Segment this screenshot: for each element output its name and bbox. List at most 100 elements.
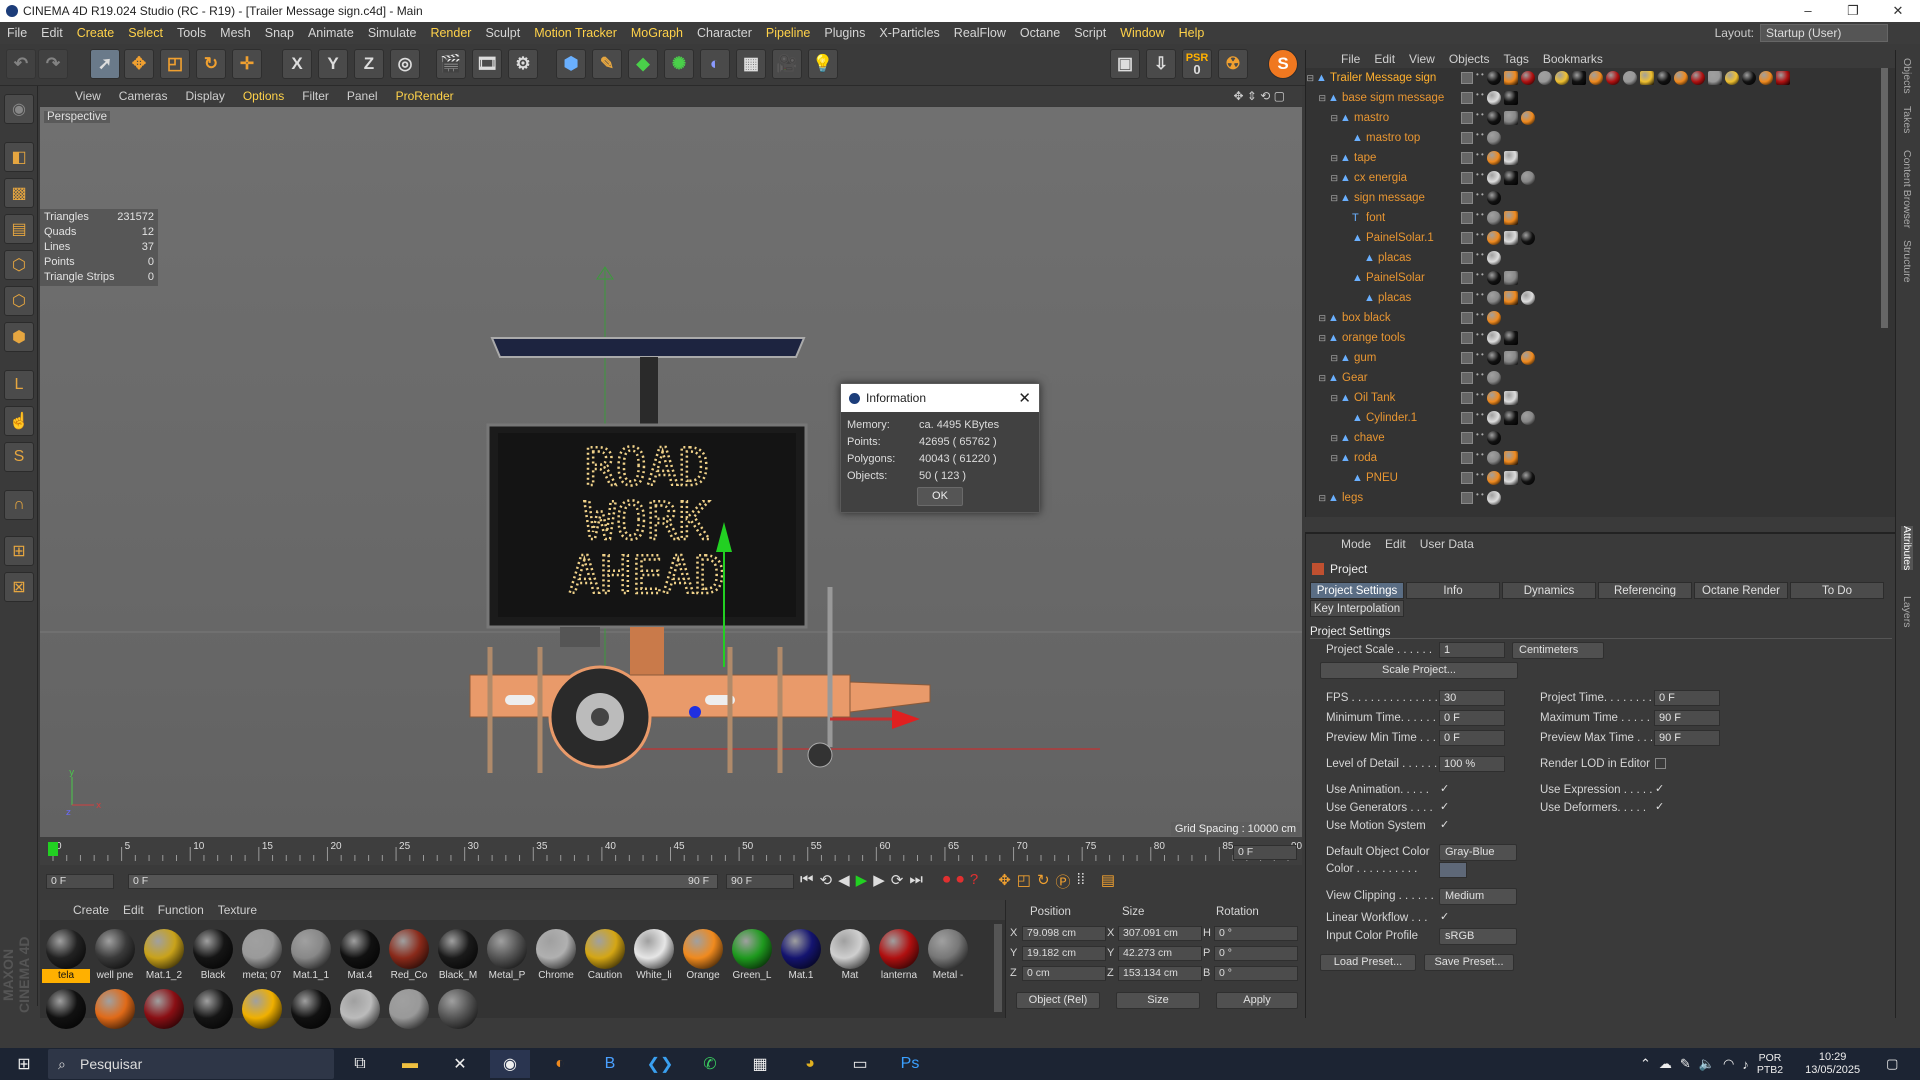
fps-field[interactable]: 30: [1439, 690, 1505, 706]
material-tag-icon[interactable]: [1487, 71, 1501, 85]
expand-icon[interactable]: ⊟: [1306, 353, 1340, 364]
axis-z-button[interactable]: Z: [354, 49, 384, 79]
scale-icon[interactable]: ◰: [160, 49, 190, 79]
dialog-ok-button[interactable]: OK: [917, 487, 963, 506]
visibility-dots-icon[interactable]: • •: [1476, 91, 1484, 104]
object-menu-view[interactable]: View: [1402, 52, 1442, 66]
material-tag-icon[interactable]: [1504, 271, 1518, 285]
notification-icon[interactable]: ▢: [1886, 1056, 1898, 1072]
object-name[interactable]: legs: [1342, 492, 1363, 504]
object-name[interactable]: base sigm message: [1342, 92, 1444, 104]
object-row[interactable]: ⊟ ▲ sign message • •: [1306, 188, 1888, 208]
object-name[interactable]: PNEU: [1366, 472, 1398, 484]
coord-apply-button[interactable]: Apply: [1216, 992, 1298, 1009]
object-name[interactable]: placas: [1378, 252, 1411, 264]
polygons-mode-icon[interactable]: ⬢: [4, 322, 34, 352]
object-name[interactable]: Oil Tank: [1354, 392, 1395, 404]
material-swatch[interactable]: [140, 986, 188, 1038]
object-scrollbar[interactable]: [1881, 68, 1888, 328]
viewport-menu-options[interactable]: Options: [234, 89, 293, 103]
material-tag-icon[interactable]: [1521, 351, 1535, 365]
photos-icon[interactable]: ▭: [840, 1050, 880, 1078]
redo-icon[interactable]: ↷: [38, 49, 68, 79]
coord-mode-dropdown[interactable]: Object (Rel): [1016, 992, 1100, 1009]
visibility-dots-icon[interactable]: • •: [1476, 311, 1484, 324]
object-row[interactable]: ⊟ ▲ Oil Tank • •: [1306, 388, 1888, 408]
material-swatch[interactable]: Black: [189, 926, 237, 983]
material-scrollbar[interactable]: [994, 924, 1002, 1012]
material-tag-icon[interactable]: [1487, 231, 1501, 245]
visibility-dots-icon[interactable]: • •: [1476, 111, 1484, 124]
object-menu-objects[interactable]: Objects: [1442, 52, 1497, 66]
visibility-dots-icon[interactable]: • •: [1476, 471, 1484, 484]
visibility-dots-icon[interactable]: • •: [1476, 371, 1484, 384]
layer-icon[interactable]: [1461, 472, 1473, 484]
material-tag-icon[interactable]: [1487, 451, 1501, 465]
cloner-icon[interactable]: ✺: [664, 49, 694, 79]
maximize-button[interactable]: ❐: [1831, 0, 1875, 22]
object-name[interactable]: chave: [1354, 432, 1385, 444]
material-tag-icon[interactable]: [1504, 111, 1518, 125]
attribute-tab-info[interactable]: Info: [1406, 582, 1500, 599]
prev-key-icon[interactable]: ⟲: [820, 871, 833, 892]
material-tag-icon[interactable]: [1521, 231, 1535, 245]
visibility-dots-icon[interactable]: • •: [1476, 411, 1484, 424]
timeline-window-icon[interactable]: ▤: [1101, 871, 1115, 892]
material-tag-icon[interactable]: [1555, 71, 1569, 85]
position-field[interactable]: 0 cm: [1022, 966, 1106, 981]
material-tag-icon[interactable]: [1776, 71, 1790, 85]
attribute-menu-edit[interactable]: Edit: [1378, 537, 1413, 551]
object-name[interactable]: Trailer Message sign: [1330, 72, 1436, 84]
end-frame-field[interactable]: 90 F: [726, 874, 794, 889]
material-tag-icon[interactable]: [1504, 91, 1518, 105]
key-pla-icon[interactable]: ⁞⁞: [1077, 871, 1085, 892]
material-tag-icon[interactable]: [1521, 411, 1535, 425]
material-tag-icon[interactable]: [1487, 471, 1501, 485]
material-tag-icon[interactable]: [1487, 311, 1501, 325]
material-tag-icon[interactable]: [1623, 71, 1637, 85]
material-tag-icon[interactable]: [1708, 71, 1722, 85]
expand-icon[interactable]: ⊟: [1306, 373, 1328, 384]
material-tag-icon[interactable]: [1504, 171, 1518, 185]
texture-mode-icon[interactable]: ▩: [4, 178, 34, 208]
volume-icon[interactable]: 🔈: [1699, 1056, 1715, 1072]
object-row[interactable]: ▲ placas • •: [1306, 248, 1888, 268]
start-frame-field[interactable]: 0 F: [46, 874, 114, 889]
object-name[interactable]: placas: [1378, 292, 1411, 304]
material-tag-icon[interactable]: [1521, 291, 1535, 305]
material-tag-icon[interactable]: [1487, 391, 1501, 405]
visibility-dots-icon[interactable]: • •: [1476, 451, 1484, 464]
task-view-icon[interactable]: ⧉: [340, 1050, 380, 1078]
visibility-dots-icon[interactable]: • •: [1476, 131, 1484, 144]
material-tag-icon[interactable]: [1487, 91, 1501, 105]
cube-icon[interactable]: ⬢: [556, 49, 586, 79]
object-name[interactable]: orange tools: [1342, 332, 1405, 344]
linear-workflow-checkbox[interactable]: ✓: [1440, 912, 1451, 923]
material-tag-icon[interactable]: [1504, 351, 1518, 365]
material-swatch[interactable]: meta; 07: [238, 926, 286, 983]
object-menu-bookmarks[interactable]: Bookmarks: [1536, 52, 1610, 66]
material-swatch[interactable]: [287, 986, 335, 1038]
scale-project-button[interactable]: Scale Project...: [1320, 662, 1518, 679]
layer-icon[interactable]: [1461, 452, 1473, 464]
render-picture-icon[interactable]: 🎞: [472, 49, 502, 79]
material-tag-icon[interactable]: [1589, 71, 1603, 85]
current-frame-field[interactable]: 0 F: [1233, 845, 1297, 860]
rotation-field[interactable]: 0 °: [1214, 926, 1298, 941]
material-tag-icon[interactable]: [1521, 171, 1535, 185]
material-tag-icon[interactable]: [1521, 471, 1535, 485]
visibility-dots-icon[interactable]: • •: [1476, 431, 1484, 444]
blender-icon[interactable]: ◐: [540, 1050, 580, 1078]
axis-x-button[interactable]: X: [282, 49, 312, 79]
attribute-tab-to-do[interactable]: To Do: [1790, 582, 1884, 599]
expand-icon[interactable]: ⊟: [1306, 493, 1328, 504]
material-swatch[interactable]: Orange: [679, 926, 727, 983]
attribute-tab-dynamics[interactable]: Dynamics: [1502, 582, 1596, 599]
viewport-menu-view[interactable]: View: [66, 89, 110, 103]
prev-frame-icon[interactable]: ◀: [838, 871, 850, 892]
material-swatch[interactable]: Green_L: [728, 926, 776, 983]
material-swatch[interactable]: lanterna: [875, 926, 923, 983]
photoshop-icon[interactable]: Ps: [890, 1050, 930, 1078]
keyframe-sel-icon[interactable]: ?: [970, 871, 978, 892]
rotate-icon[interactable]: ↻: [196, 49, 226, 79]
